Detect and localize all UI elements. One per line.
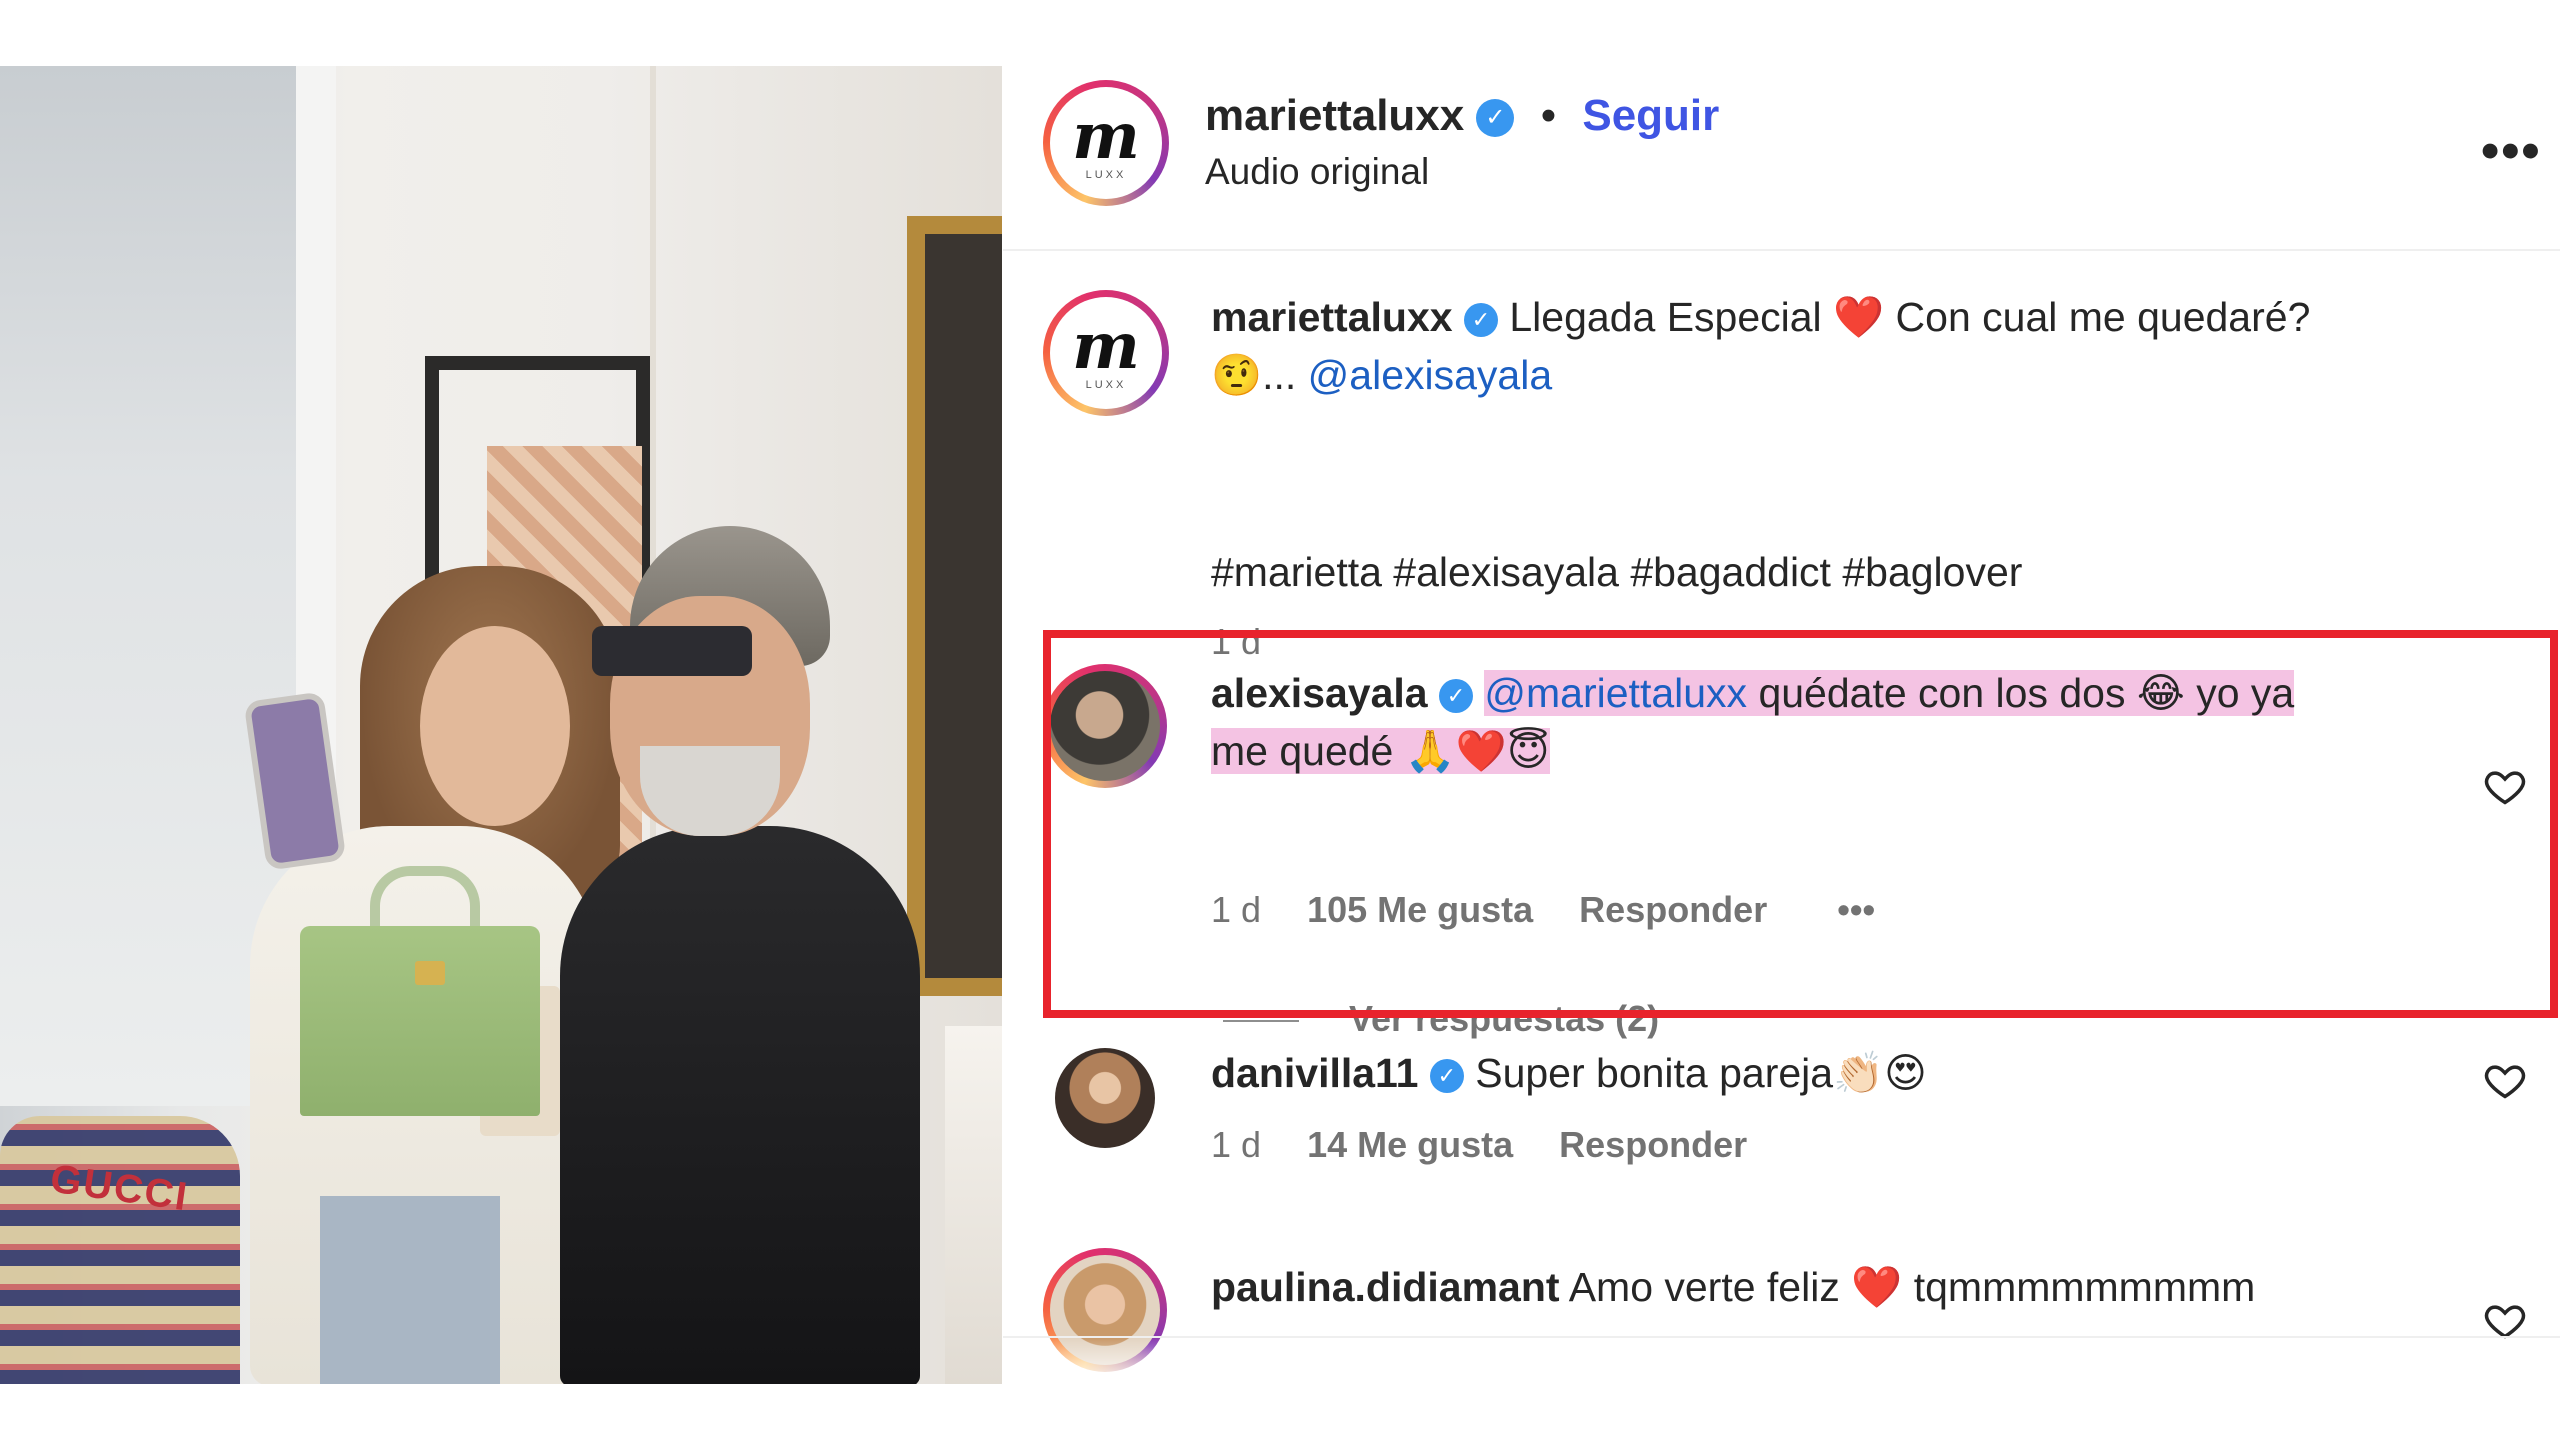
separator-dot: • <box>1540 91 1557 140</box>
heart-emoji: ❤️ <box>1851 1263 1903 1311</box>
woman-jeans <box>320 1196 500 1384</box>
comment-text: danivilla11 ✓ Super bonita pareja👏🏻😍 <box>1211 1044 2461 1102</box>
cushion <box>0 1116 240 1384</box>
author-username[interactable]: mariettaluxx <box>1205 91 1464 140</box>
man-body <box>560 826 920 1384</box>
caption-username[interactable]: mariettaluxx <box>1211 294 1453 340</box>
handbag-clasp <box>415 961 445 985</box>
caption-avatar[interactable]: m LUXX <box>1043 290 1169 416</box>
caption-text-part2: Con cual me quedaré? <box>1895 294 2311 340</box>
caption-mention-link[interactable]: @alexisayala <box>1308 352 1552 398</box>
woman-face <box>420 626 570 826</box>
annotation-highlight-box <box>1043 630 2558 1018</box>
caption-text-part1: Llegada Especial <box>1509 294 1822 340</box>
replies-divider <box>1223 1020 1299 1023</box>
caption: m LUXX mariettaluxx ✓ Llegada Especial ❤… <box>1003 278 2560 678</box>
audio-link[interactable]: Audio original <box>1205 151 1429 193</box>
eyebrow-emoji: 🤨 <box>1211 351 1263 399</box>
brand-logo-sub: LUXX <box>1085 379 1127 391</box>
clap-heart-eyes-emoji: 👏🏻😍 <box>1833 1049 1927 1097</box>
comment-likes[interactable]: 14 Me gusta <box>1307 1124 1513 1165</box>
comment-username[interactable]: danivilla11 <box>1211 1050 1418 1096</box>
comment-text-body: Super bonita pareja <box>1475 1050 1834 1096</box>
comment-time[interactable]: 1 d <box>1211 1124 1261 1165</box>
comment-item: danivilla11 ✓ Super bonita pareja👏🏻😍 1 d… <box>1003 1048 2560 1248</box>
caption-ellipsis: ... <box>1262 352 1297 398</box>
more-options-icon[interactable]: ••• <box>2481 121 2542 181</box>
brand-logo-sub: LUXX <box>1085 169 1127 181</box>
brand-logo: m <box>1072 309 1140 384</box>
gold-mirror <box>907 216 1002 996</box>
reply-button[interactable]: Responder <box>1559 1124 1747 1165</box>
commenter-avatar[interactable] <box>1055 1048 1155 1148</box>
comment-meta: 1 d 14 Me gusta Responder <box>1211 1124 1747 1166</box>
like-heart-icon[interactable] <box>2483 1058 2527 1102</box>
sunglasses <box>592 626 752 676</box>
post-photo[interactable]: GUCCI <box>0 66 1002 1384</box>
caption-hashtags[interactable]: #marietta #alexisayala #bagaddict #baglo… <box>1211 543 2022 601</box>
verified-badge-icon: ✓ <box>1476 99 1515 138</box>
verified-badge-icon: ✓ <box>1429 1059 1464 1094</box>
green-handbag <box>300 926 540 1116</box>
comment-text: paulina.didiamant Amo verte feliz ❤️ tqm… <box>1211 1258 2461 1316</box>
comment-text-body: Amo verte feliz <box>1568 1264 1840 1310</box>
comment-username[interactable]: paulina.didiamant <box>1211 1264 1560 1310</box>
follow-button[interactable]: Seguir <box>1582 91 1719 140</box>
comment-text-after: tqmmmmmmmmm <box>1913 1264 2256 1310</box>
shelf <box>945 1026 1002 1384</box>
author-line: mariettaluxx ✓ • Seguir <box>1205 91 1719 141</box>
heart-emoji: ❤️ <box>1833 293 1885 341</box>
panel-bottom-divider <box>1003 1336 2560 1386</box>
verified-badge-icon: ✓ <box>1463 303 1498 338</box>
caption-text: mariettaluxx ✓ Llegada Especial ❤️ Con c… <box>1211 288 2461 404</box>
post-header: m LUXX mariettaluxx ✓ • Seguir Audio ori… <box>1003 66 2560 251</box>
brand-logo: m <box>1072 99 1140 174</box>
author-avatar[interactable]: m LUXX <box>1043 80 1169 206</box>
